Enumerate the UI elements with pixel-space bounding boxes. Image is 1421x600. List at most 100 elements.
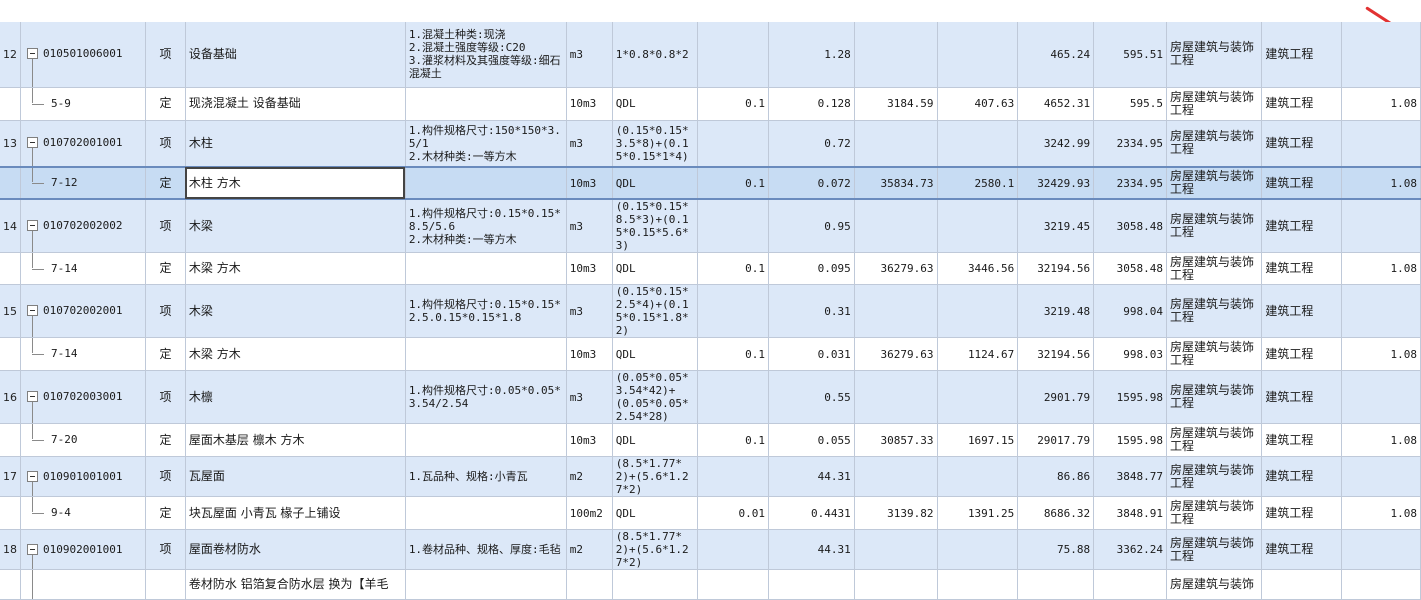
item-unit[interactable]: m3 [566, 284, 613, 338]
item-feature[interactable]: 1.构件规格尺寸:0.15*0.15*2.5.0.15*0.15*1.8 [405, 284, 567, 338]
quantity[interactable]: 0.4431 [768, 496, 855, 530]
total-price[interactable] [1093, 569, 1168, 600]
extra-value[interactable] [1341, 120, 1421, 168]
code-cell[interactable]: 5-9 [20, 87, 147, 121]
item-name[interactable]: 木檩 [185, 370, 406, 424]
item-unit[interactable]: m3 [566, 120, 613, 168]
table-row[interactable]: 7-14 定 木梁 方木 10m3 QDL 0.1 0.095 36279.63… [0, 252, 1421, 285]
table-row[interactable]: 17 010901001001 项 瓦屋面 1.瓦品种、规格:小青瓦 m2 (8… [0, 456, 1421, 497]
base-price[interactable]: 30857.33 [854, 423, 938, 457]
item-name[interactable]: 木梁 [185, 199, 406, 253]
quantity-expression[interactable]: (0.15*0.15*3.5*8)+(0.15*0.15*1*4) [612, 120, 699, 168]
major-type[interactable]: 房屋建筑与装饰工程 [1166, 370, 1263, 424]
collapse-icon[interactable] [27, 470, 38, 482]
code-cell[interactable]: 7-14 [20, 337, 147, 371]
item-feature[interactable] [405, 337, 567, 371]
total-price[interactable]: 3058.48 [1093, 252, 1168, 285]
item-feature[interactable] [405, 423, 567, 457]
item-name[interactable]: 现浇混凝土 设备基础 [185, 87, 406, 121]
category[interactable]: 建筑工程 [1261, 199, 1343, 253]
code-cell[interactable]: 9-4 [20, 496, 147, 530]
base-price[interactable] [854, 284, 938, 338]
unit-price[interactable]: 29017.79 [1017, 423, 1095, 457]
item-unit[interactable] [566, 569, 613, 600]
table-row[interactable]: 卷材防水 铝箔复合防水层 换为【羊毛 房屋建筑与装饰 [0, 569, 1421, 600]
item-unit[interactable]: 10m3 [566, 337, 613, 371]
coefficient[interactable] [697, 569, 769, 600]
item-feature[interactable]: 1.构件规格尺寸:0.05*0.05*3.54/2.54 [405, 370, 567, 424]
base-price[interactable]: 35834.73 [854, 166, 938, 200]
extra-value[interactable]: 1.08 [1341, 423, 1421, 457]
quantity[interactable]: 0.072 [768, 166, 855, 200]
unit-price[interactable]: 86.86 [1017, 456, 1095, 497]
quantity-expression[interactable]: (8.5*1.77*2)+(5.6*1.27*2) [612, 456, 699, 497]
code-cell[interactable]: 7-14 [20, 252, 147, 285]
extra-value[interactable]: 1.08 [1341, 87, 1421, 121]
table-row[interactable]: 7-20 定 屋面木基层 檩木 方木 10m3 QDL 0.1 0.055 30… [0, 423, 1421, 457]
base-price[interactable]: 3139.82 [854, 496, 938, 530]
extra-value[interactable]: 1.08 [1341, 166, 1421, 200]
quantity-expression[interactable]: QDL [612, 252, 699, 285]
base-amount[interactable] [937, 569, 1019, 600]
category[interactable]: 建筑工程 [1261, 456, 1343, 497]
code-cell[interactable]: 7-20 [20, 423, 147, 457]
coefficient[interactable]: 0.1 [697, 423, 769, 457]
code-cell[interactable]: 010702002002 [20, 199, 147, 253]
base-price[interactable] [854, 120, 938, 168]
base-price[interactable]: 36279.63 [854, 337, 938, 371]
coefficient[interactable] [697, 284, 769, 338]
coefficient[interactable] [697, 120, 769, 168]
item-feature[interactable]: 1.瓦品种、规格:小青瓦 [405, 456, 567, 497]
coefficient[interactable]: 0.1 [697, 87, 769, 121]
base-amount[interactable] [937, 456, 1019, 497]
code-cell[interactable]: 7-12 [20, 166, 147, 200]
extra-value[interactable] [1341, 284, 1421, 338]
item-name[interactable]: 卷材防水 铝箔复合防水层 换为【羊毛 [185, 569, 406, 600]
table-row-selected[interactable]: 7-12 定 木柱 方木 10m3 QDL 0.1 0.072 35834.73… [0, 166, 1421, 200]
extra-value[interactable] [1341, 370, 1421, 424]
quantity[interactable]: 0.95 [768, 199, 855, 253]
extra-value[interactable] [1341, 22, 1421, 88]
item-unit[interactable]: 10m3 [566, 87, 613, 121]
total-price[interactable]: 2334.95 [1093, 166, 1168, 200]
extra-value[interactable]: 1.08 [1341, 252, 1421, 285]
code-cell[interactable]: 010901001001 [20, 456, 147, 497]
category[interactable] [1261, 569, 1343, 600]
quantity[interactable]: 1.28 [768, 22, 855, 88]
item-unit[interactable]: 10m3 [566, 423, 613, 457]
table-row[interactable]: 5-9 定 现浇混凝土 设备基础 10m3 QDL 0.1 0.128 3184… [0, 87, 1421, 121]
coefficient[interactable]: 0.1 [697, 337, 769, 371]
item-unit[interactable]: m3 [566, 199, 613, 253]
quantity[interactable]: 0.72 [768, 120, 855, 168]
category[interactable]: 建筑工程 [1261, 284, 1343, 338]
item-name-editor[interactable]: 木柱 方木 [185, 166, 406, 200]
table-row[interactable]: 9-4 定 块瓦屋面 小青瓦 椽子上铺设 100m2 QDL 0.01 0.44… [0, 496, 1421, 530]
item-feature[interactable] [405, 166, 567, 200]
coefficient[interactable] [697, 22, 769, 88]
item-feature[interactable]: 1.混凝土种类:现浇 2.混凝土强度等级:C20 3.灌浆材料及其强度等级:细石… [405, 22, 567, 88]
quantity-expression[interactable] [612, 569, 699, 600]
base-amount[interactable]: 407.63 [937, 87, 1019, 121]
total-price[interactable]: 3848.77 [1093, 456, 1168, 497]
total-price[interactable]: 998.04 [1093, 284, 1168, 338]
unit-price[interactable]: 8686.32 [1017, 496, 1095, 530]
collapse-icon[interactable] [27, 305, 38, 316]
collapse-icon[interactable] [27, 137, 38, 149]
unit-price[interactable]: 32194.56 [1017, 252, 1095, 285]
category[interactable]: 建筑工程 [1261, 166, 1343, 200]
category[interactable]: 建筑工程 [1261, 423, 1343, 457]
category[interactable]: 建筑工程 [1261, 87, 1343, 121]
table-row[interactable]: 14 010702002002 项 木梁 1.构件规格尺寸:0.15*0.15*… [0, 199, 1421, 253]
quantity[interactable]: 0.095 [768, 252, 855, 285]
unit-price[interactable]: 32429.93 [1017, 166, 1095, 200]
item-unit[interactable]: m3 [566, 370, 613, 424]
category[interactable]: 建筑工程 [1261, 120, 1343, 168]
quantity-expression[interactable]: 1*0.8*0.8*2 [612, 22, 699, 88]
category[interactable]: 建筑工程 [1261, 22, 1343, 88]
item-unit[interactable]: 10m3 [566, 166, 613, 200]
extra-value[interactable]: 1.08 [1341, 496, 1421, 530]
collapse-icon[interactable] [27, 220, 38, 231]
major-type[interactable]: 房屋建筑与装饰工程 [1166, 252, 1263, 285]
major-type[interactable]: 房屋建筑与装饰 [1166, 569, 1263, 600]
unit-price[interactable] [1017, 569, 1095, 600]
